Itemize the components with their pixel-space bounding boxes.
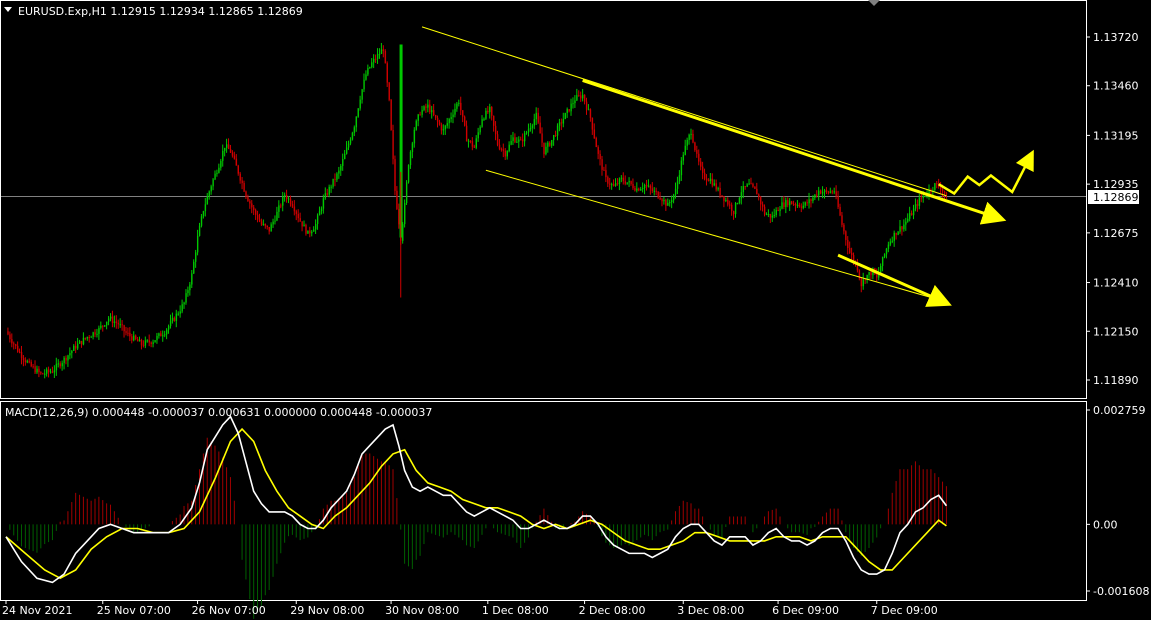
- time-tick-label: 29 Nov 08:00: [290, 604, 364, 617]
- macd-tick-label: 0.002759: [1093, 404, 1146, 417]
- symbol-header: EURUSD.Exp,H1 1.12915 1.12934 1.12865 1.…: [18, 5, 303, 18]
- price-tick-label: 1.13460: [1093, 80, 1139, 93]
- price-tick-label: 1.12935: [1093, 178, 1139, 191]
- candle: [754, 186, 756, 190]
- candle: [405, 180, 408, 205]
- price-tick-label: 1.13720: [1093, 31, 1139, 44]
- candle: [404, 199, 406, 228]
- candle: [390, 98, 392, 131]
- macd-tick-label: 0.00: [1093, 518, 1118, 531]
- candle: [154, 340, 156, 343]
- price-tick-label: 1.11890: [1093, 374, 1139, 387]
- current-price-label: 1.12869: [1093, 191, 1139, 204]
- price-tick-label: 1.12675: [1093, 227, 1139, 240]
- price-tick-label: 1.12150: [1093, 325, 1139, 338]
- time-tick-label: 1 Dec 08:00: [482, 604, 549, 617]
- time-tick-label: 26 Nov 07:00: [192, 604, 266, 617]
- time-axis: 24 Nov 2021 25 Nov 07:00 26 Nov 07:00 29 No…: [2, 600, 938, 617]
- candle: [791, 200, 793, 205]
- candle: [564, 112, 567, 120]
- candle: [307, 230, 309, 234]
- time-tick-label: 25 Nov 07:00: [97, 604, 171, 617]
- candle: [392, 124, 394, 165]
- current-price-tag: 1.12869: [1088, 190, 1139, 204]
- time-tick-label: 6 Dec 09:00: [772, 604, 839, 617]
- candle: [415, 119, 418, 131]
- candle: [384, 49, 387, 64]
- time-tick-label: 24 Nov 2021: [2, 604, 72, 617]
- time-tick-label: 2 Dec 08:00: [579, 604, 646, 617]
- candle: [351, 131, 354, 141]
- price-tick-label: 1.13195: [1093, 129, 1139, 142]
- candle: [388, 81, 390, 102]
- candle: [394, 155, 396, 196]
- candle: [463, 115, 466, 127]
- candle: [357, 108, 359, 118]
- price-tick-label: 1.12410: [1093, 277, 1139, 290]
- candle: [595, 136, 597, 148]
- time-tick-label: 7 Dec 09:00: [871, 604, 938, 617]
- time-tick-label: 30 Nov 08:00: [385, 604, 459, 617]
- macd-tick-label: -0.001608: [1093, 585, 1149, 598]
- chart-canvas: 1.13720 1.13460 1.13195 1.12935 1.12675 1.124…: [0, 0, 1149, 619]
- candle: [407, 164, 410, 184]
- macd-header: MACD(12,26,9) 0.000448 -0.000037 0.00063…: [5, 406, 432, 419]
- macd-axis: 0.002759 0.00 -0.001608: [1086, 404, 1149, 598]
- time-tick-label: 3 Dec 08:00: [677, 604, 744, 617]
